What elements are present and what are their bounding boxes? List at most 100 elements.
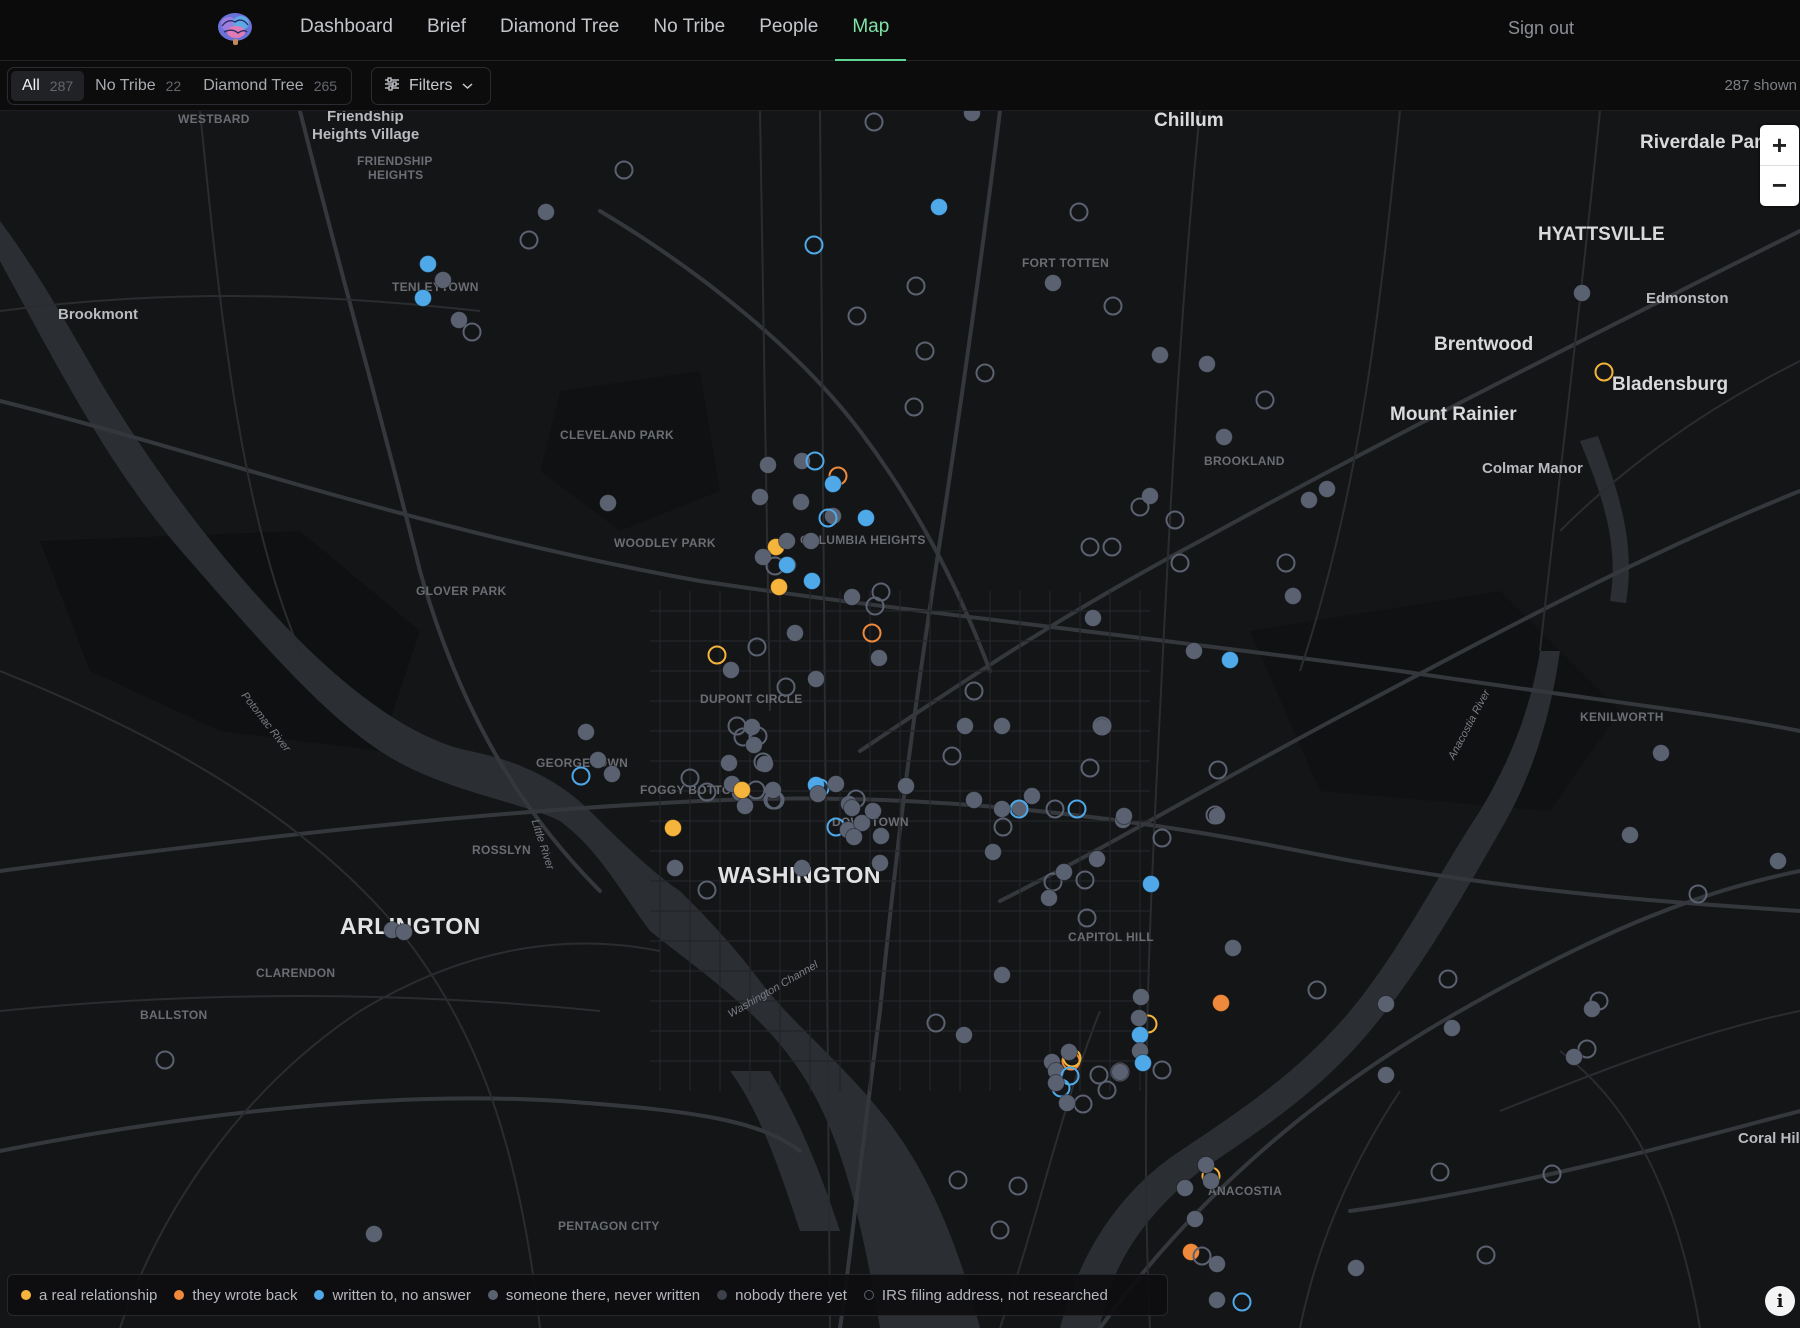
map-marker-ring[interactable] [519,230,539,250]
map-marker[interactable] [1134,1054,1152,1072]
segment-all[interactable]: All 287 [11,71,85,101]
map-marker[interactable] [1142,875,1160,893]
map-marker[interactable] [1197,1156,1215,1174]
map-marker-ring[interactable] [1165,510,1185,530]
map-marker[interactable] [1132,988,1150,1006]
nav-people[interactable]: People [742,0,835,61]
map-marker-ring[interactable] [1130,497,1150,517]
map-marker[interactable] [956,717,974,735]
map-marker[interactable] [1047,1074,1065,1092]
map-marker[interactable] [1284,587,1302,605]
map-marker[interactable] [365,1225,383,1243]
map-marker-ring[interactable] [906,276,926,296]
map-marker-ring[interactable] [1103,296,1123,316]
map-marker[interactable] [1088,850,1106,868]
map-marker-ring[interactable] [942,746,962,766]
map-marker[interactable] [778,556,796,574]
map-marker[interactable] [824,475,842,493]
zoom-in-button[interactable]: + [1760,125,1799,165]
map-marker[interactable] [1141,487,1159,505]
map-marker[interactable] [1565,1048,1583,1066]
map-marker-ring[interactable] [614,160,634,180]
map-marker[interactable] [577,723,595,741]
map-marker-ring[interactable] [697,782,717,802]
segment-no-tribe[interactable]: No Tribe 22 [84,71,192,101]
map-marker-ring[interactable] [1097,1080,1117,1100]
map-marker[interactable] [1055,863,1073,881]
map-marker[interactable] [864,802,882,820]
map-marker[interactable] [963,111,981,122]
map-marker-ring[interactable] [1594,362,1614,382]
zoom-out-button[interactable]: − [1760,165,1799,205]
map-marker[interactable] [1377,1066,1395,1084]
nav-brief[interactable]: Brief [410,0,483,61]
map-marker[interactable] [599,494,617,512]
map-marker[interactable] [603,765,621,783]
map-marker[interactable] [1044,274,1062,292]
map-marker-ring[interactable] [155,1050,175,1070]
map-marker[interactable] [751,488,769,506]
map-marker[interactable] [1652,744,1670,762]
map-marker[interactable] [930,198,948,216]
map-marker[interactable] [803,572,821,590]
map-marker-ring[interactable] [804,235,824,255]
map-marker[interactable] [666,859,684,877]
map-marker-ring[interactable] [1102,537,1122,557]
map-marker[interactable] [1111,1063,1129,1081]
map-canvas[interactable]: Chillum Riverdale Park HYATTSVILLE Edmonsto… [0,111,1800,1328]
map-marker-ring[interactable] [975,363,995,383]
map-marker-ring[interactable] [1075,870,1095,890]
map-marker[interactable] [770,578,788,596]
map-marker-ring[interactable] [862,623,882,643]
info-icon[interactable]: i [1765,1286,1795,1316]
map-marker[interactable] [965,791,983,809]
map-marker-ring[interactable] [964,681,984,701]
map-marker-ring[interactable] [1080,758,1100,778]
map-marker[interactable] [1115,807,1133,825]
nav-diamond-tree[interactable]: Diamond Tree [483,0,636,61]
map-marker[interactable] [434,271,452,289]
map-marker-ring[interactable] [571,766,591,786]
map-marker-ring[interactable] [1170,553,1190,573]
map-marker[interactable] [1185,642,1203,660]
map-marker[interactable] [843,799,861,817]
map-marker[interactable] [1130,1009,1148,1027]
map-marker-ring[interactable] [865,596,885,616]
map-marker[interactable] [722,661,740,679]
map-marker[interactable] [537,203,555,221]
map-marker[interactable] [1202,1172,1220,1190]
map-marker[interactable] [1198,355,1216,373]
map-marker-ring[interactable] [1307,980,1327,1000]
map-marker[interactable] [1084,609,1102,627]
map-marker-ring[interactable] [462,322,482,342]
map-marker[interactable] [1060,1043,1078,1061]
map-marker-ring[interactable] [707,645,727,665]
sign-out-link[interactable]: Sign out [1508,0,1574,56]
map-marker-ring[interactable] [1255,390,1275,410]
map-marker[interactable] [759,456,777,474]
map-marker-ring[interactable] [1069,202,1089,222]
map-marker[interactable] [1176,1179,1194,1197]
map-marker[interactable] [1318,480,1336,498]
map-marker[interactable] [845,828,863,846]
map-marker[interactable] [802,532,820,550]
segment-diamond-tree[interactable]: Diamond Tree 265 [192,71,348,101]
map-marker-ring[interactable] [747,637,767,657]
map-marker[interactable] [754,548,772,566]
map-marker[interactable] [589,751,607,769]
map-marker[interactable] [843,588,861,606]
map-marker-ring[interactable] [847,306,867,326]
map-marker[interactable] [1573,284,1591,302]
map-marker-ring[interactable] [926,1013,946,1033]
map-marker-ring[interactable] [904,397,924,417]
map-marker-ring[interactable] [1045,799,1065,819]
map-marker[interactable] [1208,1291,1226,1309]
map-marker[interactable] [993,800,1011,818]
map-marker[interactable] [1300,491,1318,509]
map-marker-ring[interactable] [697,880,717,900]
nav-dashboard[interactable]: Dashboard [283,0,410,61]
map-marker-ring[interactable] [993,817,1013,837]
map-marker-ring[interactable] [1688,884,1708,904]
map-marker-ring[interactable] [1067,799,1087,819]
map-marker-ring[interactable] [680,768,700,788]
